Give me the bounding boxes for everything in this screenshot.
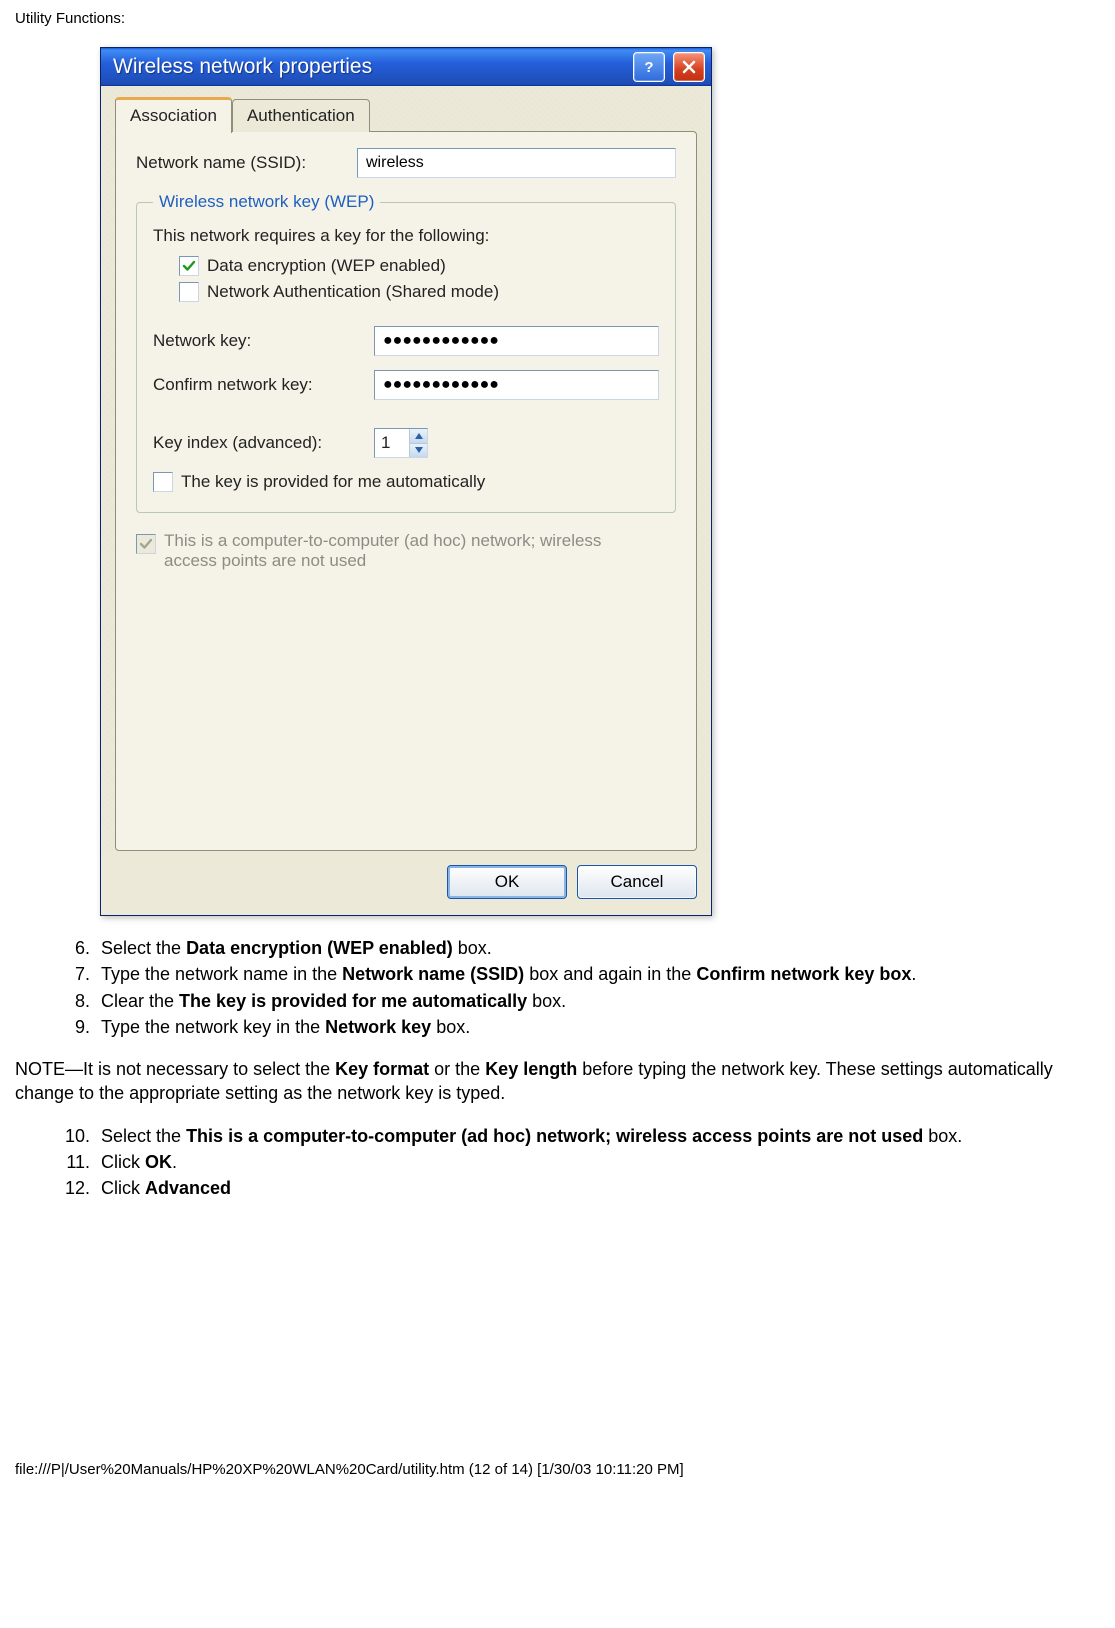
key-index-value: 1 xyxy=(375,429,409,457)
wep-group: Wireless network key (WEP) This network … xyxy=(136,192,676,513)
spinner-up[interactable] xyxy=(409,429,427,444)
step-10: Select the This is a computer-to-compute… xyxy=(95,1124,1100,1148)
key-index-label: Key index (advanced): xyxy=(153,433,358,453)
dialog-title: Wireless network properties xyxy=(113,55,625,79)
footer-path: file:///P|/User%20Manuals/HP%20XP%20WLAN… xyxy=(15,1461,1100,1478)
spinner-down[interactable] xyxy=(409,444,427,458)
tab-panel-association: Network name (SSID): Wireless network ke… xyxy=(115,131,697,851)
cancel-button[interactable]: Cancel xyxy=(577,865,697,899)
svg-text:?: ? xyxy=(644,59,653,75)
network-key-input[interactable] xyxy=(374,326,659,356)
wep-legend: Wireless network key (WEP) xyxy=(153,192,380,212)
confirm-key-input[interactable] xyxy=(374,370,659,400)
step-9: Type the network key in the Network key … xyxy=(95,1015,1100,1039)
screenshot-figure: Wireless network properties ? Associatio… xyxy=(100,47,1100,916)
auto-key-checkbox[interactable] xyxy=(153,472,173,492)
help-button[interactable]: ? xyxy=(633,52,665,82)
ssid-input[interactable] xyxy=(357,148,676,178)
wep-intro: This network requires a key for the foll… xyxy=(153,226,659,246)
step-7: Type the network name in the Network nam… xyxy=(95,962,1100,986)
note-paragraph: NOTE—It is not necessary to select the K… xyxy=(15,1057,1100,1106)
adhoc-checkbox xyxy=(136,534,156,554)
wireless-properties-dialog: Wireless network properties ? Associatio… xyxy=(100,47,712,916)
page-title: Utility Functions: xyxy=(15,10,1100,27)
instruction-list-b: Select the This is a computer-to-compute… xyxy=(15,1124,1100,1201)
data-encryption-label: Data encryption (WEP enabled) xyxy=(207,256,446,276)
dialog-button-row: OK Cancel xyxy=(101,851,711,915)
step-6: Select the Data encryption (WEP enabled)… xyxy=(95,936,1100,960)
adhoc-label: This is a computer-to-computer (ad hoc) … xyxy=(164,531,634,571)
network-key-label: Network key: xyxy=(153,331,358,351)
tab-authentication[interactable]: Authentication xyxy=(232,99,370,132)
network-auth-checkbox[interactable] xyxy=(179,282,199,302)
ok-button[interactable]: OK xyxy=(447,865,567,899)
step-11: Click OK. xyxy=(95,1150,1100,1174)
step-8: Clear the The key is provided for me aut… xyxy=(95,989,1100,1013)
auto-key-label: The key is provided for me automatically xyxy=(181,472,485,492)
data-encryption-checkbox[interactable] xyxy=(179,256,199,276)
close-button[interactable] xyxy=(673,52,705,82)
titlebar: Wireless network properties ? xyxy=(101,48,711,86)
key-index-spinner[interactable]: 1 xyxy=(374,428,428,458)
instruction-list-a: Select the Data encryption (WEP enabled)… xyxy=(15,936,1100,1039)
confirm-key-label: Confirm network key: xyxy=(153,375,358,395)
network-auth-label: Network Authentication (Shared mode) xyxy=(207,282,499,302)
ssid-label: Network name (SSID): xyxy=(136,153,341,173)
step-12: Click Advanced xyxy=(95,1176,1100,1200)
tab-strip: Association Authentication xyxy=(115,96,697,132)
tab-association[interactable]: Association xyxy=(115,97,232,133)
